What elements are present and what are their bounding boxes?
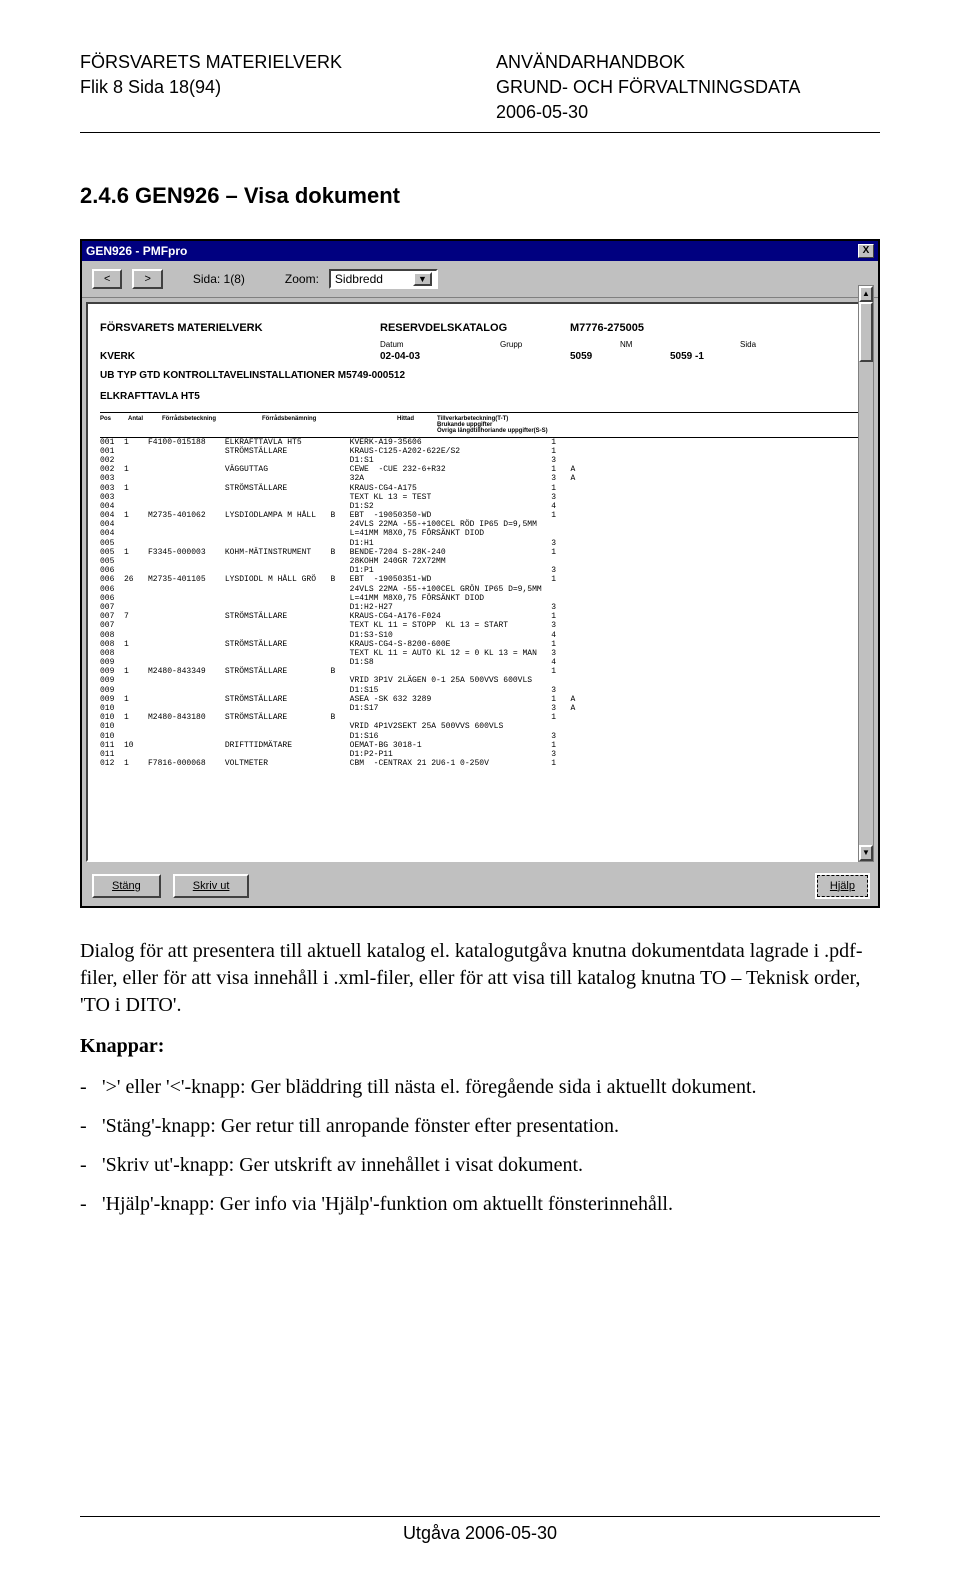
bullet-close: - 'Stäng'-knapp: Ger retur till anropand… [80, 1113, 880, 1140]
section-title: 2.4.6 GEN926 – Visa dokument [80, 183, 880, 209]
header-divider [80, 132, 880, 133]
prev-page-button[interactable]: < [92, 269, 122, 289]
header-org: FÖRSVARETS MATERIELVERK [80, 50, 464, 75]
header-date: 2006-05-30 [496, 100, 880, 125]
window-title: GEN926 - PMFpro [86, 244, 187, 258]
table-row: 005 28KOHM 240GR 72X72MM [100, 557, 860, 566]
doc-kverk: KVERK [100, 351, 380, 362]
table-row: 011 D1:P2-P11 3 [100, 750, 860, 759]
table-row: 002 D1:S1 3 [100, 456, 860, 465]
table-row: 008 D1:S3-S10 4 [100, 631, 860, 640]
table-row: 009 VRID 3P1V 2LÄGEN 0-1 25A 500VVS 600V… [100, 676, 860, 685]
close-icon[interactable]: X [858, 244, 874, 258]
table-row: 003 1 STRÖMSTÄLLARE KRAUS-CG4-A175 1 [100, 484, 860, 493]
gen926-window: GEN926 - PMFpro X < > Sida: 1(8) Zoom: S… [80, 239, 880, 908]
table-row: 006 26 M2735-401105 LYSDIODL M HÅLL GRÖ … [100, 575, 860, 584]
page-header: FÖRSVARETS MATERIELVERK Flik 8 Sida 18(9… [80, 50, 880, 126]
table-row: 012 1 F7816-000068 VOLTMETER CBM -CENTRA… [100, 759, 860, 768]
help-button[interactable]: Hjälp [817, 875, 868, 897]
doc-date: 02-04-03 [380, 351, 570, 362]
table-row: 003 32A 3 A [100, 474, 860, 483]
table-row: 007 7 STRÖMSTÄLLARE KRAUS-CG4-A176-F024 … [100, 612, 860, 621]
header-doc-sub: GRUND- OCH FÖRVALTNINGSDATA [496, 75, 880, 100]
table-row: 003 TEXT KL 13 = TEST 3 [100, 493, 860, 502]
next-page-button[interactable]: > [132, 269, 162, 289]
doc-line1: UB TYP GTD KONTROLLTAVELINSTALLATIONER M… [100, 370, 860, 381]
table-row: 004 24VLS 22MA -55-+100CEL RÖD IP65 D=9,… [100, 520, 860, 529]
doc-sida: 5059 -1 [670, 351, 770, 362]
table-row: 001 STRÖMSTÄLLARE KRAUS-C125-A202-622E/S… [100, 447, 860, 456]
chevron-down-icon[interactable]: ▼ [413, 272, 432, 286]
table-row: 001 1 F4100-015188 ELKRAFTTAVLA HT5 KVER… [100, 438, 860, 447]
table-row: 009 1 M2480-843349 STRÖMSTÄLLARE B 1 [100, 667, 860, 676]
table-row: 005 1 F3345-000003 KOHM-MÄTINSTRUMENT B … [100, 548, 860, 557]
table-row: 007 D1:H2-H27 3 [100, 603, 860, 612]
table-row: 010 D1:S16 3 [100, 732, 860, 741]
table-row: 009 1 STRÖMSTÄLLARE ASEA -SK 632 3289 1 … [100, 695, 860, 704]
bullet-help: - 'Hjälp'-knapp: Ger info via 'Hjälp'-fu… [80, 1191, 880, 1218]
knappar-label: Knappar: [80, 1033, 880, 1060]
lbl-sida: Sida [740, 340, 860, 349]
table-row: 006 D1:P1 3 [100, 566, 860, 575]
table-row: 005 D1:H1 3 [100, 539, 860, 548]
close-button[interactable]: Stäng [92, 874, 161, 898]
table-row: 004 1 M2735-401062 LYSDIODLAMPA M HÅLL B… [100, 511, 860, 520]
table-row: 011 10 DRIFTTIDMÄTARE OEMAT-BG 3018-1 1 [100, 741, 860, 750]
scroll-down-icon[interactable]: ▼ [859, 845, 873, 861]
lbl-nm: NM [620, 340, 740, 349]
table-body: 001 1 F4100-015188 ELKRAFTTAVLA HT5 KVER… [100, 438, 860, 769]
table-row: 007 TEXT KL 11 = STOPP KL 13 = START 3 [100, 621, 860, 630]
toolbar: < > Sida: 1(8) Zoom: Sidbredd ▼ [82, 261, 878, 298]
table-row: 010 VRID 4P1V2SEKT 25A 500VVS 600VLS [100, 722, 860, 731]
vertical-scrollbar[interactable]: ▲ ▼ [858, 285, 874, 862]
bullet-print: - 'Skriv ut'-knapp: Ger utskrift av inne… [80, 1152, 880, 1179]
table-row: 008 TEXT KL 11 = AUTO KL 12 = 0 KL 13 = … [100, 649, 860, 658]
header-doc-title: ANVÄNDARHANDBOK [496, 50, 880, 75]
intro-paragraph: Dialog för att presentera till aktuell k… [80, 938, 880, 1019]
body-text: Dialog för att presentera till aktuell k… [80, 938, 880, 1218]
table-row: 004 D1:S2 4 [100, 502, 860, 511]
lbl-grupp: Grupp [500, 340, 620, 349]
bottom-bar: Stäng Skriv ut Hjälp [82, 866, 878, 906]
print-button[interactable]: Skriv ut [173, 874, 250, 898]
table-row: 010 1 M2480-843180 STRÖMSTÄLLARE B 1 [100, 713, 860, 722]
doc-type: RESERVDELSKATALOG [380, 322, 570, 334]
zoom-select[interactable]: Sidbredd ▼ [329, 269, 438, 289]
table-row: 009 D1:S15 3 [100, 686, 860, 695]
table-row: 009 D1:S8 4 [100, 658, 860, 667]
doc-nm: 5059 [570, 351, 670, 362]
page-indicator: Sida: 1(8) [193, 272, 245, 286]
zoom-label: Zoom: [285, 272, 319, 286]
doc-line2: ELKRAFTTAVLA HT5 [100, 391, 860, 402]
table-row: 010 D1:S17 3 A [100, 704, 860, 713]
doc-mnr: M7776-275005 [570, 322, 700, 334]
scroll-thumb[interactable] [859, 302, 873, 362]
header-page-ref: Flik 8 Sida 18(94) [80, 75, 464, 100]
table-row: 006 24VLS 22MA -55-+100CEL GRÖN IP65 D=9… [100, 585, 860, 594]
bullet-nav: - '>' eller '<'-knapp: Ger bläddring til… [80, 1074, 880, 1101]
doc-org: FÖRSVARETS MATERIELVERK [100, 322, 380, 334]
lbl-datum: Datum [380, 340, 500, 349]
table-row: 006 L=41MM M8X0,75 FÖRSÄNKT DIOD [100, 594, 860, 603]
table-row: 002 1 VÄGGUTTAG CEWE -CUE 232-6+R32 1 A [100, 465, 860, 474]
titlebar: GEN926 - PMFpro X [82, 241, 878, 261]
page-footer: Utgåva 2006-05-30 [80, 1516, 880, 1544]
zoom-value: Sidbredd [335, 272, 383, 286]
scroll-up-icon[interactable]: ▲ [859, 286, 873, 302]
table-header: Pos Antal Förrådsbeteckning Förrådsbenäm… [100, 412, 860, 438]
document-viewport: FÖRSVARETS MATERIELVERK RESERVDELSKATALO… [86, 302, 874, 862]
table-row: 008 1 STRÖMSTÄLLARE KRAUS-CG4-S-8200-600… [100, 640, 860, 649]
table-row: 004 L=41MM M8X0,75 FÖRSÄNKT DIOD [100, 529, 860, 538]
